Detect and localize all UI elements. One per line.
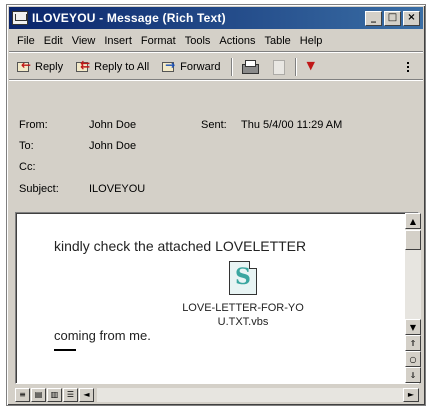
move-button[interactable] (268, 58, 288, 75)
horizontal-scroll-track[interactable] (97, 387, 403, 402)
previous-item-button[interactable]: ⇑ (405, 335, 421, 351)
select-browse-button[interactable]: ○ (405, 351, 421, 367)
view-bar: ≡ ▤ ▥ ☰ ◄ ► (15, 386, 419, 403)
forward-button[interactable]: Forward (158, 58, 223, 75)
toolbar-separator (294, 57, 297, 76)
outline-view-icon: ☰ (66, 390, 75, 399)
menu-table[interactable]: Table (264, 35, 290, 47)
scroll-down-button[interactable]: ▼ (405, 319, 421, 335)
to-row: To: John Doe (19, 140, 136, 152)
web-view-icon: ▤ (34, 390, 43, 399)
outline-view-button[interactable]: ☰ (63, 387, 78, 402)
more-icon (404, 59, 414, 74)
menu-edit[interactable]: Edit (44, 35, 63, 47)
scroll-up-button[interactable]: ▲ (405, 213, 421, 229)
print-view-button[interactable]: ▥ (47, 387, 62, 402)
scroll-right-button[interactable]: ► (403, 387, 419, 402)
from-row: From: John Doe Sent: Thu 5/4/00 11:29 AM (19, 119, 342, 131)
scroll-left-button[interactable]: ◄ (79, 387, 94, 402)
flag-button[interactable] (302, 58, 322, 75)
reply-all-icon (75, 58, 91, 74)
normal-view-icon: ≡ (19, 390, 26, 399)
menu-file[interactable]: File (17, 35, 35, 47)
attachment-name: LOVE-LETTER-FOR-YOU.TXT.vbs (182, 302, 304, 328)
cc-row: Cc: (19, 161, 89, 173)
vertical-scrollbar[interactable]: ▲ ▼ ⇑ ○ ⇓ (405, 213, 421, 383)
reply-label: Reply (35, 60, 64, 73)
menu-tools[interactable]: Tools (185, 35, 211, 47)
menu-view[interactable]: View (72, 35, 96, 47)
circle-icon: ○ (409, 354, 417, 364)
maximize-button[interactable]: □ (384, 10, 401, 26)
forward-label: Forward (180, 60, 221, 73)
reply-button[interactable]: Reply (13, 58, 66, 75)
from-label: From: (19, 119, 48, 131)
to-label: To: (19, 140, 34, 152)
move-icon (271, 59, 285, 75)
text-cursor (54, 349, 76, 351)
print-icon (241, 59, 259, 74)
flag-icon (305, 59, 319, 74)
reply-all-button[interactable]: Reply to All (72, 58, 152, 75)
menu-format[interactable]: Format (141, 35, 176, 47)
subject-row: Subject: ILOVEYOU (19, 183, 145, 195)
window-controls: _ □ × (365, 10, 420, 26)
envelope-icon (12, 11, 28, 25)
subject-value: ILOVEYOU (89, 183, 146, 195)
normal-view-button[interactable]: ≡ (15, 387, 30, 402)
toolbar: Reply Reply to All Forward (9, 54, 423, 80)
script-file-icon (229, 261, 257, 295)
menu-bar: File Edit View Insert Format Tools Actio… (9, 31, 423, 52)
sent-field: Sent: Thu 5/4/00 11:29 AM (201, 119, 342, 131)
window-title: ILOVEYOU - Message (Rich Text) (32, 11, 226, 25)
print-button[interactable] (238, 58, 262, 75)
cc-label: Cc: (19, 161, 36, 173)
message-window: ILOVEYOU - Message (Rich Text) _ □ × Fil… (6, 4, 426, 406)
double-up-icon: ⇑ (409, 338, 417, 348)
menu-insert[interactable]: Insert (104, 35, 132, 47)
double-down-icon: ⇓ (409, 370, 417, 380)
close-button[interactable]: × (403, 10, 420, 26)
title-bar[interactable]: ILOVEYOU - Message (Rich Text) _ □ × (9, 7, 423, 29)
toolbar-separator (230, 57, 233, 76)
forward-icon (161, 58, 177, 74)
minimize-button[interactable]: _ (365, 10, 382, 26)
sent-value: Thu 5/4/00 11:29 AM (241, 119, 343, 131)
toolbar-overflow-button[interactable] (401, 58, 417, 75)
reply-all-label: Reply to All (94, 60, 150, 73)
next-item-button[interactable]: ⇓ (405, 367, 421, 383)
reply-icon (16, 58, 32, 74)
subject-label: Subject: (19, 183, 59, 195)
print-view-icon: ▥ (50, 390, 59, 399)
attachment[interactable]: LOVE-LETTER-FOR-YOU.TXT.vbs (178, 261, 308, 329)
from-value[interactable]: John Doe (89, 119, 136, 131)
body-line-2: coming from me. (54, 328, 151, 343)
menu-help[interactable]: Help (300, 35, 323, 47)
sent-label: Sent: (201, 119, 227, 131)
message-body[interactable]: kindly check the attached LOVELETTER LOV… (15, 212, 419, 384)
menu-actions[interactable]: Actions (219, 35, 255, 47)
scroll-thumb[interactable] (405, 230, 421, 250)
to-value[interactable]: John Doe (89, 140, 136, 152)
web-view-button[interactable]: ▤ (31, 387, 46, 402)
body-line-1: kindly check the attached LOVELETTER (54, 238, 307, 254)
message-headers: From: John Doe Sent: Thu 5/4/00 11:29 AM T… (9, 81, 423, 209)
